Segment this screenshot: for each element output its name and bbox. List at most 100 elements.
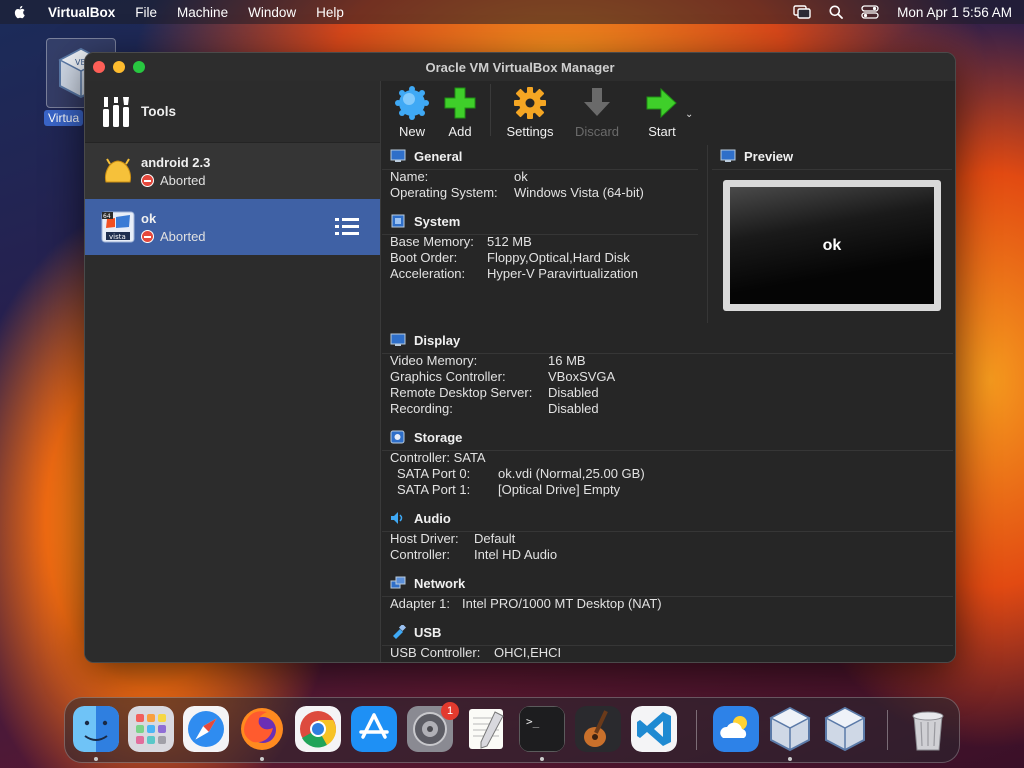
- detail-row: Remote Desktop Server: Disabled: [390, 385, 599, 400]
- monitor-icon: [390, 149, 406, 162]
- section-divider: [712, 169, 952, 170]
- detail-row: Adapter 1: Intel PRO/1000 MT Desktop (NAT…: [390, 596, 662, 611]
- control-center-icon[interactable]: [861, 5, 879, 19]
- detail-row: Graphics Controller: VBoxSVGA: [390, 369, 616, 384]
- section-divider: [382, 596, 953, 597]
- start-label: Start: [648, 124, 676, 139]
- sidebar-item-tools[interactable]: Tools: [85, 81, 380, 143]
- add-vm-button[interactable]: Add: [436, 86, 484, 139]
- add-plus-icon: [444, 87, 476, 119]
- virtualbox-dock-icon[interactable]: [767, 706, 813, 752]
- virtualbox-manager-window: Oracle VM VirtualBox Manager Tools andro…: [84, 52, 956, 663]
- section-general: General Name: ok Operating System: Windows…: [382, 145, 702, 201]
- monitor-icon: [720, 149, 736, 162]
- svg-text:>_: >_: [526, 715, 540, 728]
- detail-row: Host Driver: Default: [390, 531, 516, 546]
- terminal-running-indicator: [540, 757, 544, 761]
- start-arrow-right-icon: [646, 87, 677, 119]
- os-label-vista: vista: [109, 233, 126, 241]
- detail-row: Recording: Disabled: [390, 401, 599, 416]
- safari-icon[interactable]: [183, 706, 229, 752]
- dock-separator: [887, 710, 888, 750]
- menu-machine[interactable]: Machine: [177, 5, 228, 20]
- section-display: Display Video Memory: 16 MB Graphics Cont…: [382, 329, 955, 417]
- disk-icon: [390, 430, 405, 444]
- detail-row: USB Controller: OHCI,EHCI: [390, 645, 562, 660]
- aborted-state-icon: [141, 229, 154, 243]
- section-display-header[interactable]: Display: [382, 329, 955, 351]
- discard-button[interactable]: Discard: [561, 86, 633, 139]
- dock: 1 >_: [64, 697, 960, 763]
- section-usb-header[interactable]: USB: [382, 621, 955, 643]
- add-label: Add: [448, 124, 472, 139]
- vm-preview-frame[interactable]: ok: [723, 180, 941, 311]
- vm-item-ok[interactable]: 64 vista ok Aborted: [85, 199, 380, 255]
- trash-icon[interactable]: [905, 706, 951, 752]
- section-title: System: [414, 213, 461, 229]
- section-divider: [382, 169, 698, 170]
- tools-icon: [103, 96, 129, 127]
- network-icon: [390, 576, 406, 589]
- menu-file[interactable]: File: [135, 5, 157, 20]
- section-divider: [382, 234, 698, 235]
- window-title: Oracle VM VirtualBox Manager: [425, 59, 615, 75]
- vm-details-menu-icon[interactable]: [334, 215, 360, 239]
- new-vm-button[interactable]: New: [388, 86, 436, 139]
- chrome-icon[interactable]: [295, 706, 341, 752]
- detail-row: Base Memory: 512 MB: [390, 234, 532, 249]
- app-store-icon[interactable]: [351, 706, 397, 752]
- section-title: Storage: [414, 429, 463, 445]
- apple-icon[interactable]: [12, 4, 28, 20]
- section-audio-header[interactable]: Audio: [382, 507, 955, 529]
- screen-mirroring-icon[interactable]: [793, 5, 811, 19]
- new-label: New: [398, 124, 425, 139]
- vscode-icon[interactable]: [631, 706, 677, 752]
- os-badge-64: 64: [103, 213, 111, 220]
- section-title: Preview: [744, 148, 794, 164]
- close-window-button[interactable]: [93, 61, 105, 73]
- detail-row: Boot Order: Floppy,Optical,Hard Disk: [390, 250, 630, 265]
- zoom-window-button[interactable]: [133, 61, 145, 73]
- section-title: General: [414, 148, 463, 164]
- preview-divider: [707, 145, 708, 323]
- section-storage-header[interactable]: Storage: [382, 426, 955, 448]
- start-button[interactable]: Start: [633, 86, 691, 139]
- settings-button[interactable]: Settings: [499, 86, 561, 139]
- system-settings-app[interactable]: 1: [407, 702, 459, 752]
- menu-app-name[interactable]: VirtualBox: [48, 5, 115, 20]
- android-os-icon: [101, 154, 135, 188]
- monitor-icon: [390, 333, 406, 346]
- discard-arrow-down-icon: [584, 88, 610, 116]
- minimize-window-button[interactable]: [113, 61, 125, 73]
- vm-item-android[interactable]: android 2.3 Aborted: [85, 143, 380, 199]
- section-system-header[interactable]: System: [382, 210, 702, 232]
- launchpad-icon[interactable]: [128, 706, 174, 752]
- menubar-clock[interactable]: Mon Apr 1 5:56 AM: [897, 5, 1012, 20]
- firefox-running-indicator: [260, 757, 264, 761]
- menu-help[interactable]: Help: [316, 5, 344, 20]
- start-dropdown-chevron-icon[interactable]: ⌄: [685, 109, 693, 120]
- section-system: System Base Memory: 512 MB Boot Order: Flo…: [382, 210, 702, 282]
- firefox-icon[interactable]: [239, 706, 285, 752]
- finder-running-indicator: [94, 757, 98, 761]
- section-title: Network: [414, 575, 466, 591]
- menu-window[interactable]: Window: [248, 5, 296, 20]
- section-general-header[interactable]: General: [382, 145, 702, 167]
- weather-icon[interactable]: [713, 706, 759, 752]
- window-titlebar[interactable]: Oracle VM VirtualBox Manager: [85, 53, 955, 81]
- finder-icon[interactable]: [73, 706, 119, 752]
- section-divider: [382, 531, 953, 532]
- chip-icon: [391, 214, 405, 228]
- section-audio: Audio Host Driver: Default Controller: Int…: [382, 507, 955, 563]
- virtualbox-running-indicator: [788, 757, 792, 761]
- detail-row: SATA Port 0: ok.vdi (Normal,25.00 GB): [397, 466, 645, 481]
- textedit-icon[interactable]: [463, 706, 509, 752]
- section-preview-header[interactable]: Preview: [712, 145, 952, 167]
- garageband-icon[interactable]: [575, 706, 621, 752]
- usb-icon: [393, 625, 406, 639]
- terminal-icon[interactable]: >_: [519, 706, 565, 752]
- section-network-header[interactable]: Network: [382, 572, 955, 594]
- spotlight-search-icon[interactable]: [829, 5, 844, 19]
- detail-row: Video Memory: 16 MB: [390, 353, 586, 368]
- virtualbox-vm-dock-icon[interactable]: [822, 706, 868, 752]
